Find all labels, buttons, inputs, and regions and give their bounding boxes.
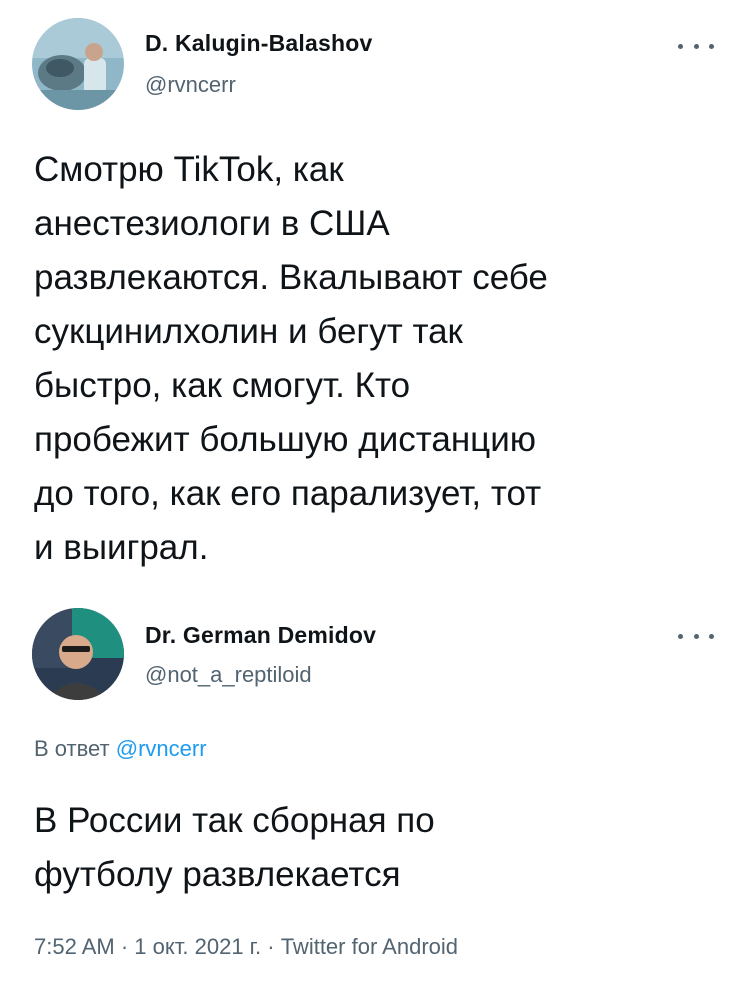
reply-context: В ответ @rvncerr <box>34 736 207 762</box>
more-horizontal-icon[interactable] <box>678 630 714 642</box>
separator: · <box>267 934 275 959</box>
tweet-text: В России так сборная по футболу развлека… <box>34 801 435 894</box>
timestamp-time[interactable]: 7:52 AM <box>34 934 115 959</box>
reply-handle-link[interactable]: @rvncerr <box>116 736 207 761</box>
more-horizontal-icon[interactable] <box>678 40 714 52</box>
tweet-metadata: 7:52 AM · 1 окт. 2021 г. · Twitter for A… <box>34 934 458 960</box>
author-handle[interactable]: @rvncerr <box>145 72 236 98</box>
avatar[interactable] <box>32 608 124 700</box>
tweet-text: Смотрю TikTok, как анестезиологи в США р… <box>34 150 548 567</box>
avatar-image <box>32 608 124 700</box>
timestamp-date[interactable]: 1 окт. 2021 г. <box>134 934 261 959</box>
author-name[interactable]: Dr. German Demidov <box>145 622 376 649</box>
source-client: Twitter for Android <box>280 934 459 959</box>
avatar-image <box>32 18 124 110</box>
reply-prefix: В ответ <box>34 736 110 761</box>
author-name[interactable]: D. Kalugin-Balashov <box>145 30 372 57</box>
avatar[interactable] <box>32 18 124 110</box>
author-handle[interactable]: @not_a_reptiloid <box>145 662 312 688</box>
separator: · <box>120 934 129 959</box>
